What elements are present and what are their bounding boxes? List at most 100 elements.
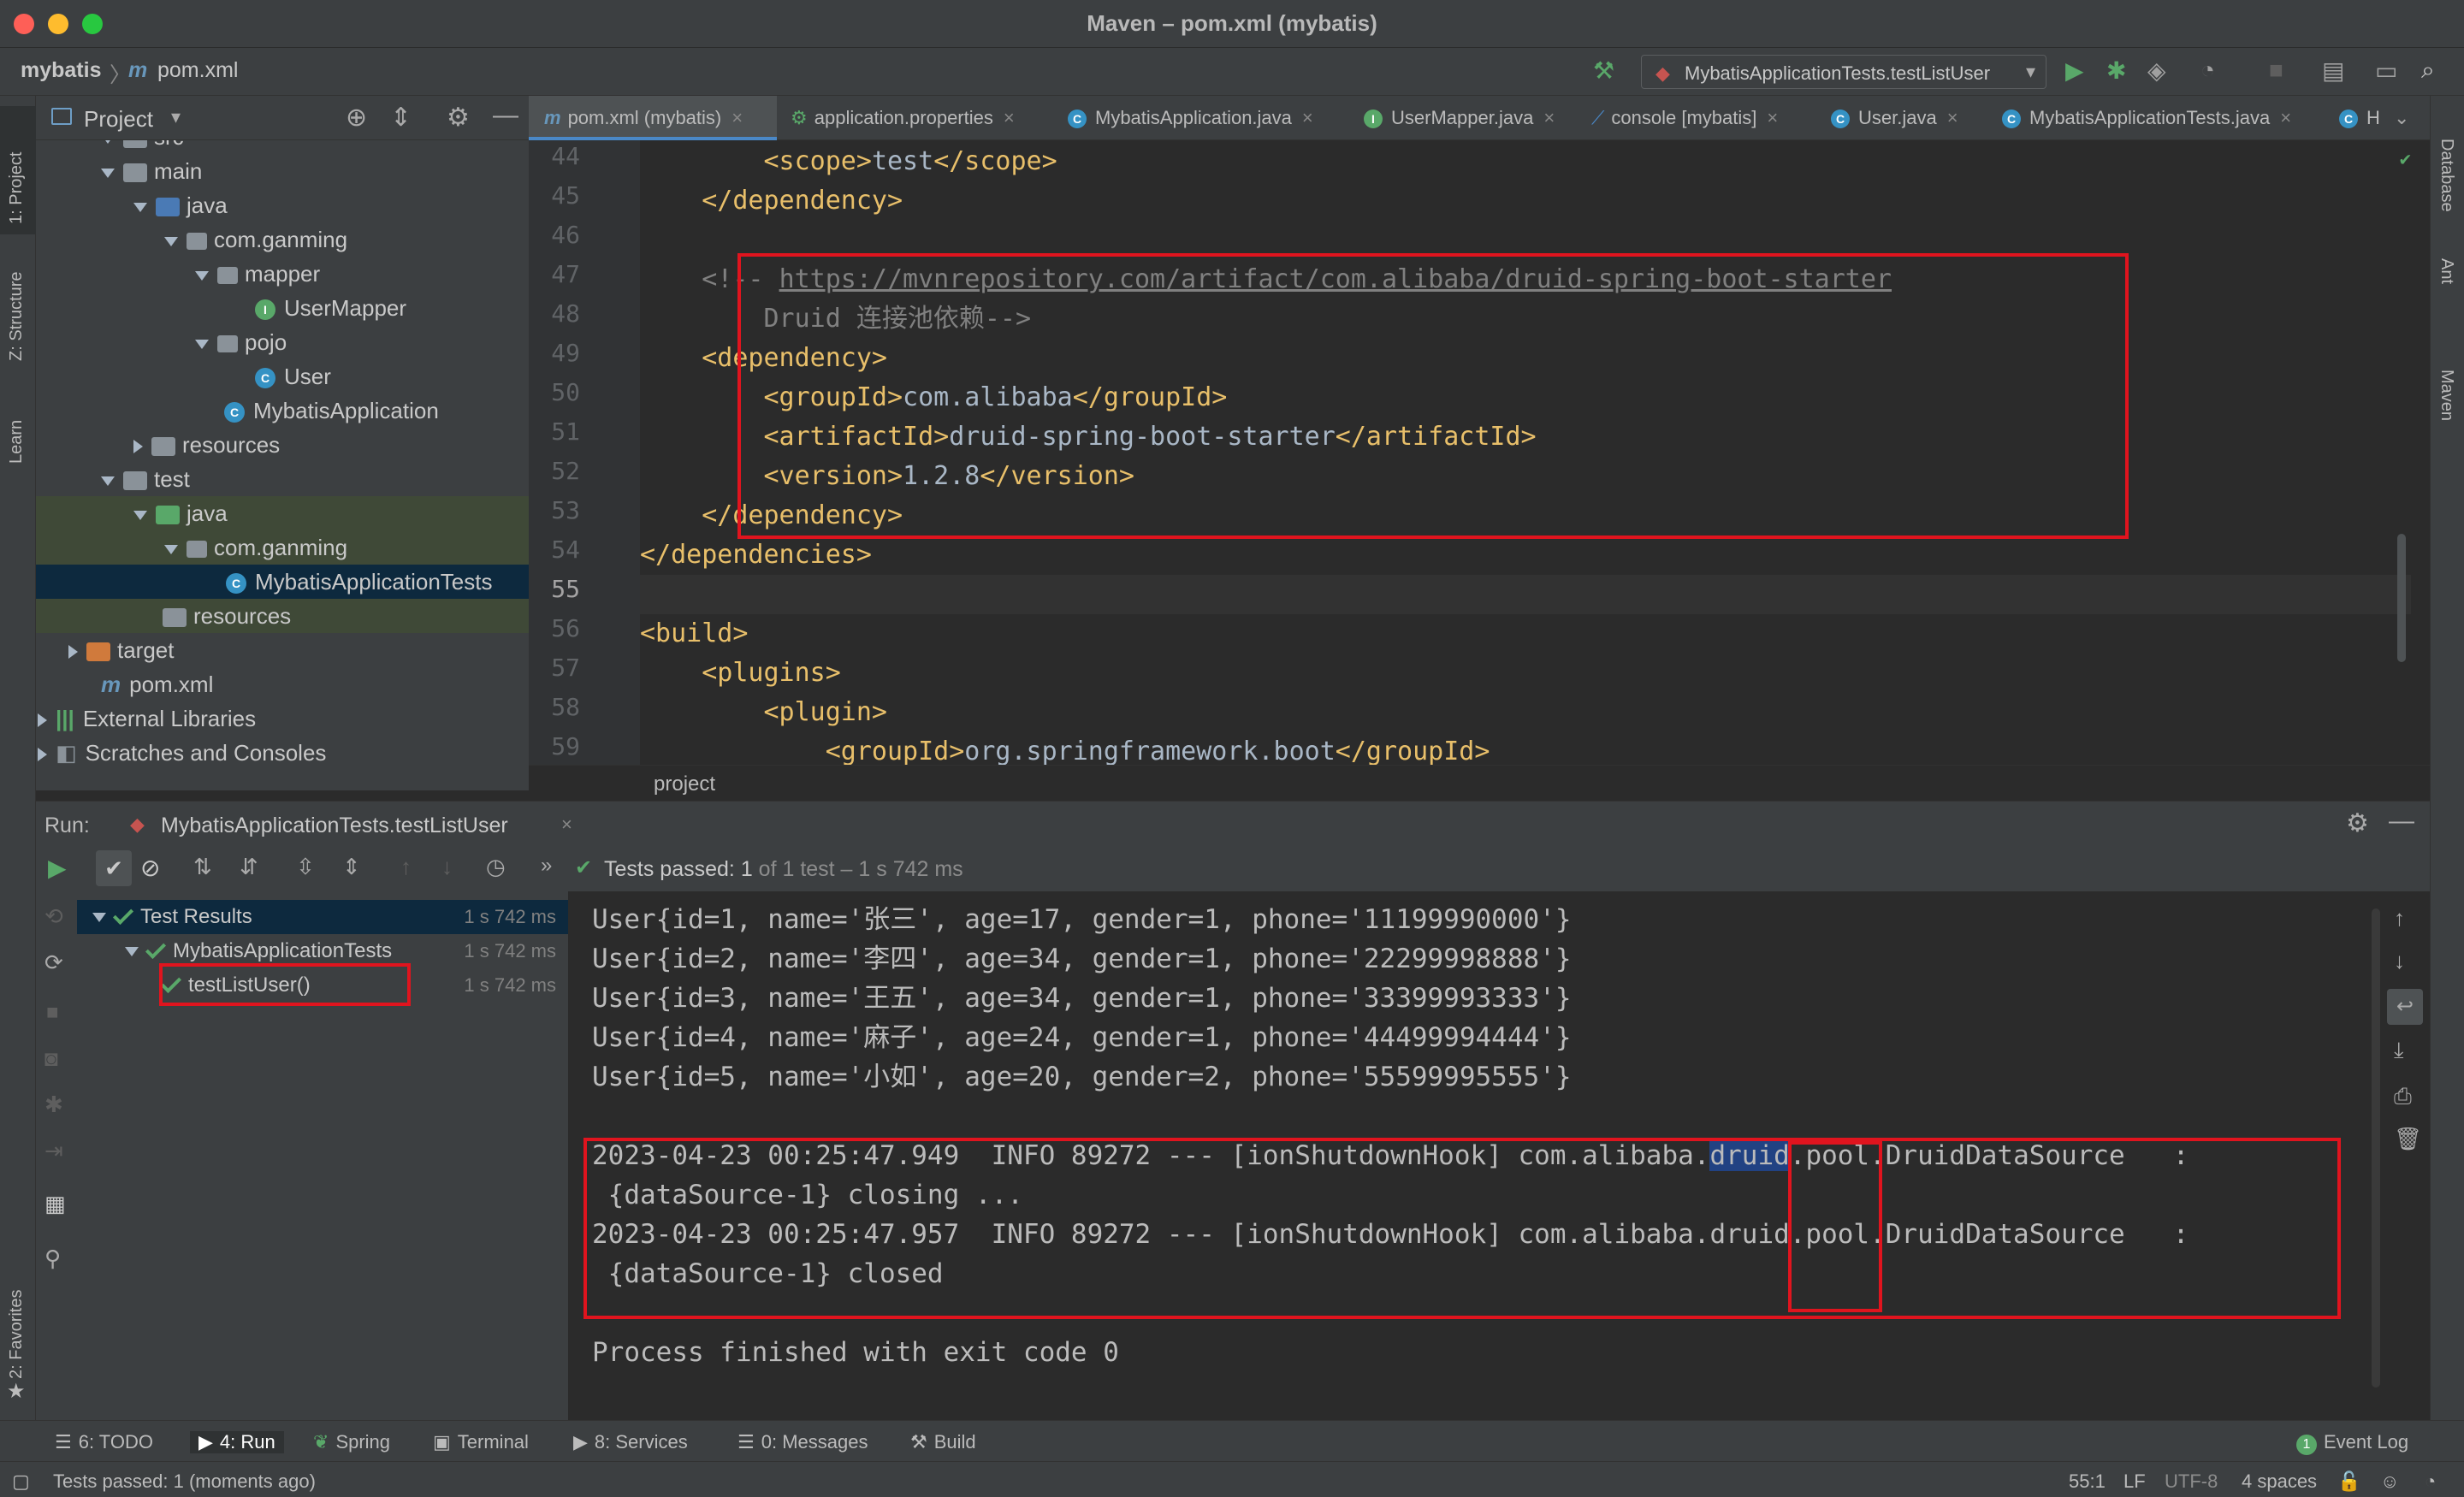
tree-item-pom[interactable]: m pom.xml — [36, 667, 529, 701]
chevron-down-icon[interactable]: ▾ — [171, 106, 181, 128]
tree-item-mybatisapplicationtests[interactable]: C MybatisApplicationTests — [36, 565, 529, 599]
tree-item-test[interactable]: test — [36, 462, 529, 496]
tree-item-mapper[interactable]: mapper — [36, 257, 529, 291]
status-message[interactable]: Tests passed: 1 (moments ago) — [53, 1470, 316, 1493]
project-view-title[interactable]: Project — [84, 106, 153, 133]
layout-icon[interactable]: ▦ — [44, 1191, 66, 1217]
hide-panel-icon[interactable]: — — [2389, 807, 2414, 836]
breadcrumb-project-tag[interactable]: project — [654, 772, 715, 796]
console-scrollbar[interactable] — [2372, 908, 2380, 1388]
indent-setting[interactable]: 4 spaces — [2242, 1470, 2317, 1493]
tree-item-test-resources[interactable]: resources — [36, 599, 529, 633]
favorites-tool-button[interactable]: 2: Favorites — [7, 1290, 27, 1379]
run-icon[interactable]: ▶ — [2065, 56, 2084, 85]
maven-tool-button[interactable]: Maven — [2437, 370, 2456, 421]
tab-user[interactable]: C User.java × — [1831, 96, 1999, 140]
run-configuration-select[interactable]: ◆ MybatisApplicationTests.testListUser ▾ — [1641, 55, 2046, 89]
tab-usermapper[interactable]: I UserMapper.java × — [1364, 96, 1595, 140]
breadcrumb-project[interactable]: mybatis — [21, 58, 101, 83]
sort-alpha-icon[interactable]: ⇅ — [193, 854, 212, 880]
debug-icon[interactable]: ✱ — [44, 1092, 63, 1118]
previous-failed-icon[interactable]: ↑ — [400, 854, 412, 880]
gear-icon[interactable]: ⚙ — [2346, 808, 2369, 838]
stop-icon[interactable]: ■ — [46, 1001, 59, 1025]
tree-item-pojo[interactable]: pojo — [36, 325, 529, 359]
tree-item-target[interactable]: target — [36, 633, 529, 667]
rerun-failed-icon[interactable]: ⟲ — [44, 903, 63, 930]
more-icon[interactable]: » — [541, 854, 552, 878]
coverage-icon[interactable]: ◈ — [2147, 56, 2166, 85]
export-icon[interactable]: ⇥ — [44, 1138, 63, 1164]
pin-icon[interactable]: ⚲ — [44, 1246, 61, 1272]
scroll-up-icon[interactable]: ↑ — [2394, 905, 2405, 932]
stop-icon[interactable]: ■ — [2269, 56, 2283, 84]
tree-item-test-java[interactable]: java — [36, 496, 529, 530]
tab-mybatisapplicationtests[interactable]: C MybatisApplicationTests.java × — [2002, 96, 2327, 140]
project-structure-icon[interactable]: ▤ — [2322, 56, 2344, 85]
editor-scrollbar[interactable] — [2397, 534, 2406, 662]
tree-item-usermapper[interactable]: I UserMapper — [36, 291, 529, 325]
learn-tool-button[interactable]: Learn — [7, 420, 27, 464]
tool-run[interactable]: ▶ 4: Run — [190, 1431, 284, 1453]
profile-icon[interactable]: ◔ — [2200, 56, 2215, 84]
tool-todo[interactable]: ☰ 6: TODO — [55, 1431, 153, 1453]
tool-spring[interactable]: ❦ Spring — [313, 1431, 390, 1453]
tool-event-log[interactable]: 1 Event Log — [2296, 1431, 2408, 1455]
file-encoding[interactable]: UTF-8 — [2165, 1470, 2218, 1493]
database-tool-button[interactable]: Database — [2437, 139, 2456, 212]
expand-all-icon[interactable]: ⇳ — [296, 854, 315, 880]
tree-item-user[interactable]: C User — [36, 359, 529, 393]
line-separator[interactable]: LF — [2123, 1470, 2146, 1493]
tree-item-src[interactable]: src — [36, 140, 529, 154]
tool-terminal[interactable]: ▣ Terminal — [433, 1431, 529, 1453]
sort-duration-icon[interactable]: ⇵ — [240, 854, 258, 880]
tool-messages[interactable]: ☰ 0: Messages — [737, 1431, 868, 1453]
show-ignored-icon[interactable]: ⊘ — [140, 854, 160, 882]
scroll-to-end-icon[interactable]: ⤓ — [2394, 1037, 2404, 1064]
structure-tool-button[interactable]: Z: Structure — [7, 272, 27, 361]
lock-icon[interactable]: 🔓 — [2337, 1470, 2360, 1493]
layout-icon[interactable]: ▭ — [2375, 56, 2397, 85]
tree-item-test-package[interactable]: com.ganming — [36, 530, 529, 565]
project-tool-button[interactable]: 1: Project — [7, 152, 27, 224]
tree-item-scratches[interactable]: ◧ Scratches and Consoles — [36, 736, 529, 770]
tree-item-main[interactable]: main — [36, 154, 529, 188]
debug-icon[interactable]: ✱ — [2106, 56, 2126, 85]
layout-icon[interactable]: ▢ — [12, 1470, 30, 1493]
memory-icon[interactable]: ◔ — [2425, 1470, 2436, 1493]
rerun-icon[interactable]: ▶ — [48, 854, 67, 882]
hide-panel-icon[interactable]: — — [493, 101, 518, 130]
tab-overflow[interactable]: CH — [2339, 96, 2390, 140]
tab-application-properties[interactable]: ⚙ application.properties × — [791, 96, 1056, 140]
tab-mybatisapplication[interactable]: C MybatisApplication.java × — [1068, 96, 1350, 140]
toggle-auto-test-icon[interactable]: ⟳ — [44, 950, 63, 976]
tree-item-package[interactable]: com.ganming — [36, 222, 529, 257]
ant-tool-button[interactable]: Ant — [2437, 258, 2456, 284]
gear-icon[interactable]: ⚙ — [447, 103, 470, 133]
tree-item-external-libraries[interactable]: ||| External Libraries — [36, 701, 529, 736]
camera-icon[interactable]: ◙ — [44, 1045, 58, 1072]
inspector-icon[interactable]: ☺ — [2380, 1470, 2399, 1493]
tool-build[interactable]: ⚒ Build — [910, 1431, 976, 1453]
show-passed-toggle[interactable]: ✔ — [96, 850, 132, 886]
breadcrumb-file[interactable]: pom.xml — [157, 58, 238, 83]
tree-item-mybatisapplication[interactable]: C MybatisApplication — [36, 393, 529, 428]
collapse-all-icon[interactable]: ⇕ — [342, 854, 361, 880]
search-icon[interactable]: ⌕ — [2421, 56, 2435, 85]
collapse-all-icon[interactable]: ⇕ — [390, 103, 412, 133]
test-history-icon[interactable]: ◷ — [486, 854, 506, 880]
tab-console[interactable]: ⟋ console [mybatis] × — [1591, 96, 1821, 140]
cursor-position[interactable]: 55:1 — [2069, 1470, 2106, 1493]
tree-item-resources[interactable]: resources — [36, 428, 529, 462]
tab-pom-xml[interactable]: m pom.xml (mybatis) × — [529, 96, 777, 140]
trash-icon[interactable]: 🗑 — [2394, 1126, 2422, 1152]
scroll-down-icon[interactable]: ↓ — [2394, 948, 2405, 974]
hammer-build-icon[interactable]: ⚒ — [1593, 56, 1614, 85]
close-icon[interactable]: × — [561, 814, 572, 836]
tree-item-java[interactable]: java — [36, 188, 529, 222]
run-tab-title[interactable]: MybatisApplicationTests.testListUser — [161, 814, 508, 838]
locate-icon[interactable]: ⊕ — [346, 103, 367, 133]
next-failed-icon[interactable]: ↓ — [441, 854, 453, 880]
inspection-ok-icon[interactable]: ✔ — [2400, 149, 2411, 170]
chevron-down-icon[interactable]: ⌄ — [2394, 96, 2409, 140]
